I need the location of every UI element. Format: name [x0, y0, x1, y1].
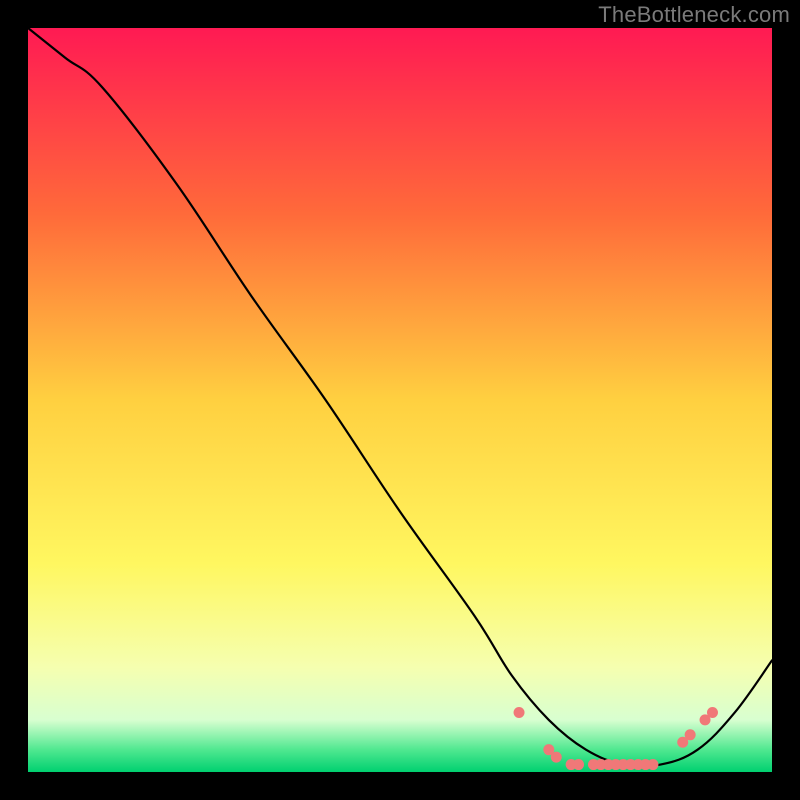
- marker-dot: [551, 752, 562, 763]
- plot-background: [28, 28, 772, 772]
- marker-dot: [685, 729, 696, 740]
- marker-dot: [514, 707, 525, 718]
- chart-frame: TheBottleneck.com: [0, 0, 800, 800]
- marker-dot: [647, 759, 658, 770]
- marker-dot: [707, 707, 718, 718]
- watermark-text: TheBottleneck.com: [598, 2, 790, 28]
- bottleneck-chart: [0, 0, 800, 800]
- marker-dot: [573, 759, 584, 770]
